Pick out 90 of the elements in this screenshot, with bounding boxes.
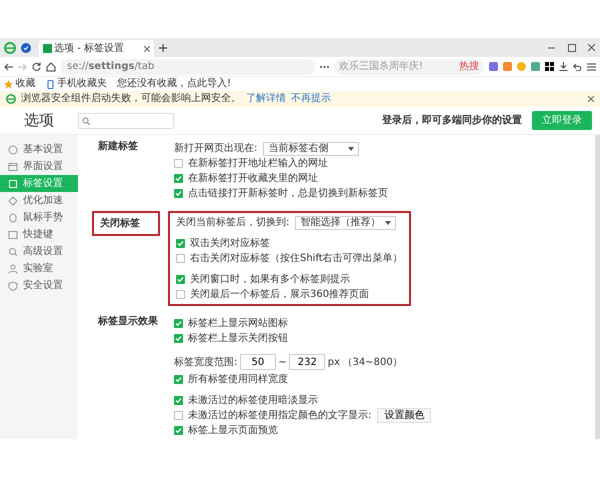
checkbox[interactable] — [176, 290, 185, 299]
reload-icon[interactable] — [32, 62, 41, 71]
checkbox-label: 双击关闭对应标签 — [190, 236, 270, 251]
download-icon[interactable] — [559, 62, 568, 71]
section-title: 新建标签 — [97, 139, 139, 154]
input-field[interactable]: 50 — [240, 354, 276, 370]
range-hint: （34~800） — [342, 356, 403, 370]
browser-tab[interactable]: 选项 - 标签设置 — [38, 40, 154, 57]
checkbox-label: 右击关闭对应标签（按住Shift右击可弹出菜单） — [190, 252, 403, 266]
info-link[interactable]: 不再提示 — [291, 91, 331, 107]
sidebar-item[interactable]: 基本设置 — [0, 141, 78, 158]
color-button[interactable]: 设置颜色 — [377, 408, 432, 423]
checkbox-label: 点击链接打开新标签时，总是切换到新标签页 — [188, 186, 388, 201]
section-title: 关闭标签 — [92, 211, 160, 236]
checkbox[interactable] — [174, 334, 183, 343]
forward-icon[interactable] — [18, 62, 27, 70]
info-link[interactable]: 了解详情 — [246, 91, 286, 107]
checkbox-label: 在新标签打开地址栏输入的网址 — [188, 156, 328, 171]
diamond-icon — [8, 196, 18, 206]
search-field[interactable]: 欢乐三国杀周年庆! 热搜 — [334, 58, 484, 74]
checkbox[interactable] — [176, 239, 185, 248]
checkbox[interactable] — [174, 159, 183, 168]
checkbox[interactable] — [174, 375, 183, 384]
unit-label: px — [328, 356, 340, 370]
menu-icon[interactable] — [587, 62, 596, 70]
checkbox[interactable] — [174, 319, 183, 328]
checkbox-label: 标签栏上显示关闭按钮 — [188, 332, 288, 346]
checkbox-label: 所有标签使用同样宽度 — [188, 372, 288, 387]
checkbox-label: 关闭最后一个标签后，展示360推荐页面 — [190, 288, 370, 302]
sidebar-item[interactable]: 优化加速 — [0, 192, 78, 209]
sidebar-item[interactable]: 鼠标手势 — [0, 209, 78, 226]
field-label: 新打开网页出现在: — [174, 142, 258, 156]
field-label: 关闭当前标签后，切换到: — [176, 216, 290, 230]
browser-logo-icon — [6, 94, 16, 104]
search-icon — [82, 116, 90, 124]
close-icon[interactable] — [588, 96, 594, 102]
window-icon — [8, 162, 18, 172]
grid-icon[interactable] — [545, 62, 554, 71]
checkbox[interactable] — [176, 254, 185, 263]
input-field[interactable]: 232 — [289, 354, 326, 370]
checkbox-label: 关闭窗口时，如果有多个标签则提示 — [190, 272, 350, 287]
undo-icon[interactable] — [573, 62, 582, 70]
search-icon — [8, 246, 18, 256]
address-field[interactable]: se://settings/tab — [61, 58, 315, 74]
minimize-icon[interactable] — [548, 46, 555, 48]
checkbox[interactable] — [174, 189, 183, 198]
circle-icon — [8, 144, 18, 154]
field-label: 标签宽度范围: — [174, 356, 238, 370]
bookmark-folder[interactable]: 手机收藏夹 — [57, 77, 107, 91]
checkbox[interactable] — [174, 426, 183, 435]
checkbox[interactable] — [174, 411, 183, 420]
phone-icon[interactable] — [46, 80, 54, 88]
sidebar-item[interactable]: 快捷键 — [0, 226, 78, 243]
checkbox-label: 标签上显示页面预览 — [188, 424, 278, 438]
checkbox[interactable] — [174, 396, 183, 405]
tab-title: 选项 - 标签设置 — [54, 42, 125, 56]
checkbox[interactable] — [176, 275, 185, 284]
checkbox-label: 未激活过的标签使用暗淡显示 — [188, 394, 318, 408]
search-field[interactable] — [78, 112, 174, 128]
square-icon — [8, 178, 18, 188]
person-icon — [8, 264, 18, 274]
sidebar-item[interactable]: 高级设置 — [0, 243, 78, 260]
bookmarks-button[interactable]: 收藏 — [16, 77, 36, 91]
checkbox-label: 未激活过的标签使用指定颜色的文字显示: — [188, 408, 372, 423]
checkbox[interactable] — [174, 174, 183, 183]
back-icon[interactable] — [4, 62, 13, 70]
maximize-icon[interactable] — [568, 44, 576, 52]
bookmarks-hint[interactable]: 您还没有收藏，点此导入! — [117, 77, 232, 91]
home-icon[interactable] — [46, 62, 56, 72]
caret-icon — [348, 146, 354, 150]
dropdown[interactable]: 智能选择（推荐） — [295, 216, 396, 230]
checkbox-label: 标签栏上显示网站图标 — [188, 316, 288, 331]
new-tab-icon[interactable] — [158, 44, 166, 52]
sidebar-item[interactable]: 安全设置 — [0, 277, 78, 294]
sidebar-item[interactable]: 界面设置 — [0, 158, 78, 175]
page-title: 选项 — [23, 110, 55, 132]
browser-logo-icon[interactable] — [4, 42, 16, 54]
tab-favicon-icon — [42, 44, 52, 53]
section-title: 标签显示效果 — [96, 314, 159, 329]
mouse-icon — [8, 212, 18, 222]
login-hint: 登录后，即可多端同步你的设置 — [382, 114, 522, 128]
caret-icon — [385, 220, 392, 224]
sidebar-item[interactable]: 实验室 — [0, 260, 78, 277]
star-icon[interactable] — [4, 80, 13, 88]
dropdown[interactable]: 当前标签右侧 — [263, 142, 360, 156]
close-icon[interactable] — [588, 44, 595, 51]
checkbox-label: 在新标签打开收藏夹里的网址 — [188, 172, 318, 186]
close-icon[interactable] — [144, 46, 150, 52]
info-message: 浏览器安全组件启动失败，可能会影响上网安全。 — [21, 92, 241, 106]
range-separator: ~ — [278, 356, 287, 370]
